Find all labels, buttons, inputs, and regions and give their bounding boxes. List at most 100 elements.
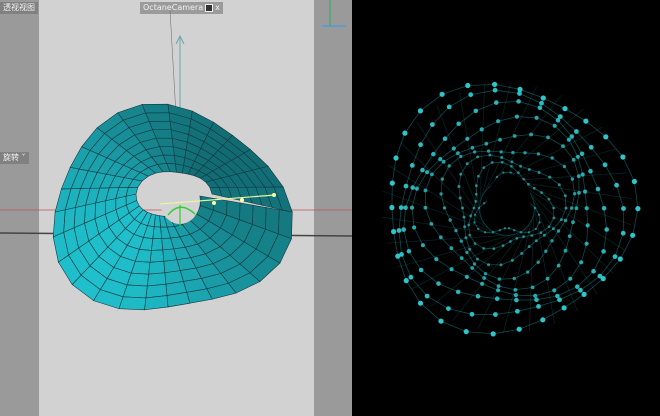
render-point (550, 239, 554, 243)
render-point (523, 151, 527, 155)
mesh-face (118, 296, 147, 311)
render-point (503, 227, 507, 230)
axis-icon[interactable] (322, 0, 346, 27)
render-point (498, 229, 501, 232)
render-point (490, 331, 496, 337)
render-point (447, 164, 451, 168)
dropdown-arrow-icon[interactable]: ˅ (22, 153, 26, 162)
render-point (439, 192, 443, 196)
render-point (530, 234, 534, 237)
render-spoke (515, 181, 625, 251)
render-point (552, 123, 557, 128)
render-point (568, 276, 573, 281)
render-point (527, 245, 531, 249)
render-point (465, 250, 469, 255)
render-point (398, 205, 404, 211)
render-point (465, 82, 471, 89)
render-point (534, 227, 537, 231)
render-point (502, 171, 505, 174)
render-point (547, 225, 551, 229)
render-point (544, 249, 548, 253)
render-point (620, 230, 626, 236)
render-point (465, 162, 469, 166)
rotate-tool-label[interactable]: 旋转 ˅ (0, 152, 29, 164)
octane-render-view[interactable] (352, 0, 660, 416)
render-point (418, 142, 423, 148)
render-point (463, 329, 469, 335)
render-point (570, 177, 575, 181)
perspective-viewport[interactable]: 透视视图 OctaneCamera x 旋转 ˅ (0, 0, 352, 416)
render-point (571, 220, 575, 225)
render-point (514, 114, 519, 119)
render-point (470, 145, 475, 150)
close-icon[interactable]: x (215, 3, 220, 12)
mesh-face (141, 103, 170, 114)
render-scene (382, 81, 641, 337)
render-point (483, 202, 486, 205)
render-point (527, 168, 531, 171)
render-point (396, 228, 402, 233)
mesh-face (146, 272, 167, 287)
viewport-title[interactable]: 透视视图 (0, 2, 38, 14)
render-point (417, 108, 423, 114)
render-point (463, 225, 467, 229)
render-point (574, 129, 579, 134)
render-point (490, 161, 494, 164)
render-point (438, 318, 444, 324)
render-point (420, 167, 425, 173)
render-point (454, 228, 458, 233)
render-hole (487, 174, 531, 226)
render-point (424, 293, 430, 299)
render-point (492, 247, 496, 251)
render-point (630, 232, 636, 238)
render-point (509, 171, 512, 174)
render-point (620, 154, 626, 160)
render-point (468, 247, 472, 251)
mesh-face (152, 129, 173, 139)
render-point (557, 183, 561, 187)
render-point (564, 206, 568, 210)
render-point (467, 223, 471, 227)
render-point (513, 229, 516, 232)
render-point (563, 194, 567, 198)
render-point (483, 272, 488, 276)
camera-selector[interactable]: OctaneCamera x (140, 2, 223, 14)
render-spoke (396, 231, 522, 268)
render-point (408, 274, 414, 280)
render-point (514, 297, 519, 303)
render-point (569, 134, 575, 139)
render-spoke (382, 217, 510, 237)
render-point (482, 247, 486, 250)
render-point (573, 192, 577, 196)
render-point (417, 300, 424, 306)
render-point (539, 100, 544, 106)
render-point (614, 182, 619, 188)
render-point (512, 276, 516, 281)
render-point (486, 149, 491, 153)
mesh-face (149, 249, 165, 263)
render-point (406, 249, 412, 254)
render-point (581, 291, 587, 297)
render-point (499, 263, 503, 267)
camera-icon (205, 3, 214, 12)
render-point (425, 170, 430, 175)
render-point (540, 95, 546, 101)
render-point (588, 144, 594, 150)
render-point (583, 118, 589, 124)
render-point (575, 284, 580, 290)
render-point (395, 253, 401, 259)
render-point (440, 177, 444, 181)
render-point (459, 154, 463, 159)
render-point (497, 277, 502, 281)
mesh-face (145, 112, 171, 122)
torus-mesh[interactable] (52, 103, 293, 311)
render-point (389, 180, 395, 186)
render-point (412, 225, 417, 230)
render-point (507, 227, 511, 230)
render-point (449, 246, 454, 251)
render-point (601, 206, 607, 211)
render-point (468, 92, 474, 98)
render-point (631, 178, 637, 185)
viewport-scene[interactable] (0, 0, 352, 416)
mesh-face (144, 295, 169, 311)
